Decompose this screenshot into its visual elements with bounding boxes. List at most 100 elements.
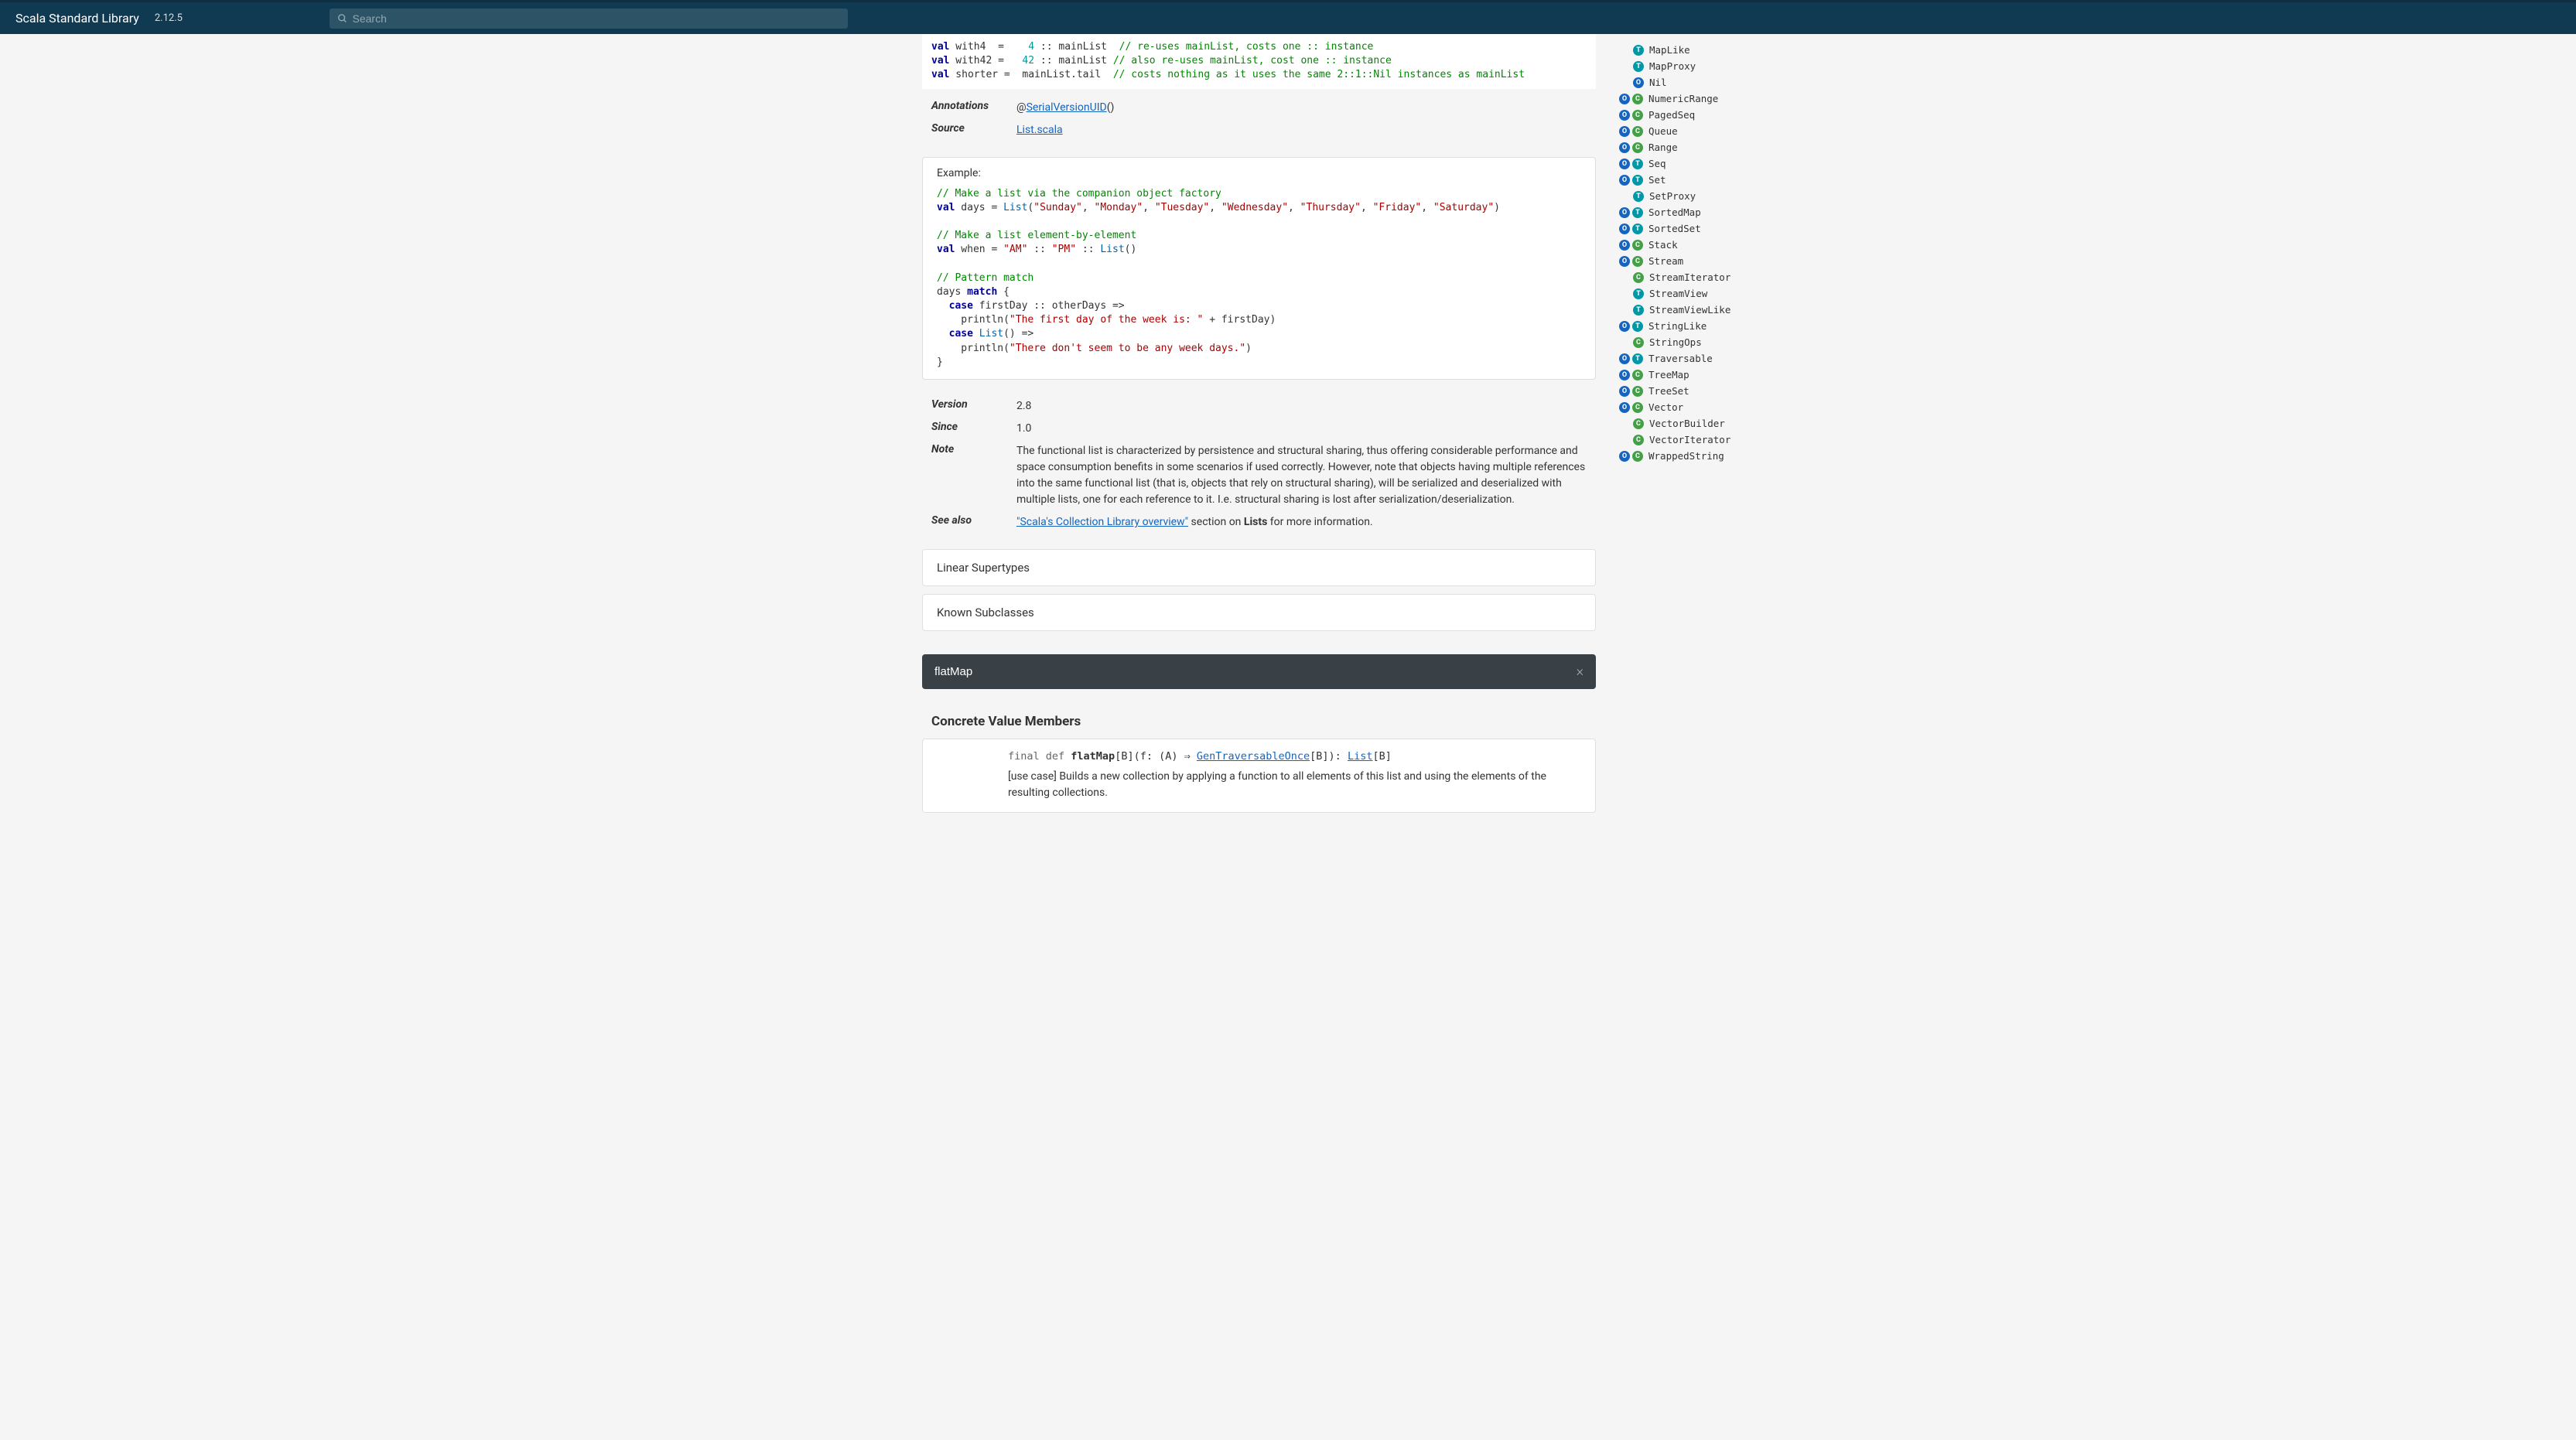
clear-filter-icon[interactable]: × (1577, 664, 1584, 680)
nav-label[interactable]: StringLike (1648, 320, 1707, 332)
o-badge-icon: O (1619, 256, 1630, 267)
t-badge-icon: T (1633, 305, 1644, 316)
gentraversableonce-link[interactable]: GenTraversableOnce (1197, 750, 1310, 763)
nav-label[interactable]: StringOps (1649, 336, 1702, 348)
search-container (330, 9, 848, 29)
nav-item-set[interactable]: OT Set (1619, 172, 1836, 188)
c-badge-icon: C (1632, 94, 1643, 104)
o-badge-icon: O (1619, 175, 1630, 186)
c-badge-icon: C (1632, 142, 1643, 153)
nav-label[interactable]: PagedSeq (1648, 109, 1695, 121)
annotations-label: Annotations (931, 100, 1016, 112)
nav-label[interactable]: Queue (1648, 125, 1678, 137)
nav-label[interactable]: SortedSet (1648, 223, 1701, 234)
nav-item-stringlike[interactable]: OTStringLike (1619, 318, 1836, 334)
nav-item-pagedseq[interactable]: OCPagedSeq (1619, 107, 1836, 123)
nav-label[interactable]: MapLike (1649, 44, 1690, 56)
metadata-section-2: Version 2.8 Since 1.0 Note The functiona… (922, 387, 1596, 541)
list-type-link[interactable]: List (1348, 750, 1373, 763)
keyword: val (931, 41, 949, 53)
o-badge-icon: O (1619, 370, 1630, 380)
c-badge-icon: C (1632, 386, 1643, 397)
example-code: // Make a list via the companion object … (937, 187, 1581, 370)
nav-label[interactable]: TreeSet (1648, 385, 1689, 397)
nav-label[interactable]: Seq (1648, 158, 1666, 169)
t-badge-icon: T (1632, 321, 1643, 332)
nav-item-stream[interactable]: OC Stream (1619, 253, 1836, 269)
o-badge-icon: O (1619, 159, 1630, 169)
nav-label[interactable]: SortedMap (1648, 206, 1701, 218)
linear-supertypes-toggle[interactable]: Linear Supertypes (922, 549, 1596, 586)
nav-item-sortedmap[interactable]: OTSortedMap (1619, 204, 1836, 220)
nav-label[interactable]: Nil (1649, 77, 1667, 88)
note-label: Note (931, 443, 1016, 456)
o-badge-icon: O (1619, 386, 1630, 397)
nav-item-nil[interactable]: O Nil (1619, 74, 1836, 90)
nav-label[interactable]: Stream (1648, 255, 1683, 267)
nav-item-numericrange[interactable]: OCNumericRange (1619, 90, 1836, 107)
nav-item-mapproxy[interactable]: TMapProxy (1619, 58, 1836, 74)
nav-label[interactable]: Traversable (1648, 353, 1713, 364)
nav-item-treemap[interactable]: OCTreeMap (1619, 367, 1836, 383)
o-badge-icon: O (1619, 224, 1630, 234)
nav-label[interactable]: Vector (1648, 401, 1683, 413)
nav-label[interactable]: TreeMap (1648, 369, 1689, 380)
nav-label[interactable]: StreamIterator (1649, 271, 1730, 283)
member-flatmap[interactable]: final def flatMap[B](f: (A) ⇒ GenTravers… (922, 739, 1596, 813)
search-box[interactable] (330, 9, 848, 29)
nav-item-treeset[interactable]: OC TreeSet (1619, 383, 1836, 399)
nav-item-stringops[interactable]: CStringOps (1619, 334, 1836, 350)
member-description: [use case] Builds a new collection by ap… (1008, 769, 1581, 801)
t-badge-icon: T (1633, 191, 1644, 202)
serial-version-uid-link[interactable]: SerialVersionUID (1027, 101, 1107, 114)
member-filter-bar: × (922, 654, 1596, 689)
source-link[interactable]: List.scala (1016, 124, 1063, 136)
member-filter-input[interactable] (934, 665, 1577, 678)
o-badge-icon: O (1633, 77, 1644, 88)
nav-item-range[interactable]: OCRange (1619, 139, 1836, 155)
nav-label[interactable]: MapProxy (1649, 60, 1696, 72)
c-badge-icon: C (1632, 256, 1643, 267)
nav-label[interactable]: SetProxy (1649, 190, 1696, 202)
since-value: 1.0 (1016, 421, 1031, 437)
t-badge-icon: T (1632, 159, 1643, 169)
nav-item-streamiterator[interactable]: CStreamIterator (1619, 269, 1836, 285)
search-input[interactable] (353, 12, 840, 25)
nav-item-setproxy[interactable]: T SetProxy (1619, 188, 1836, 204)
nav-label[interactable]: Set (1648, 174, 1666, 186)
nav-item-vectoriterator[interactable]: C VectorIterator (1619, 432, 1836, 448)
nav-label[interactable]: Stack (1648, 239, 1678, 251)
o-badge-icon: O (1619, 402, 1630, 413)
nav-item-wrappedstring[interactable]: OCWrappedString (1619, 448, 1836, 464)
c-badge-icon: C (1633, 435, 1644, 445)
c-badge-icon: C (1632, 110, 1643, 121)
nav-item-stack[interactable]: OCStack (1619, 237, 1836, 253)
nav-label[interactable]: VectorBuilder (1649, 418, 1725, 429)
nav-label[interactable]: WrappedString (1648, 450, 1724, 462)
known-subclasses-toggle[interactable]: Known Subclasses (922, 594, 1596, 631)
code-snippet-top: val with4 = 4 :: mainList // re-uses mai… (922, 34, 1596, 89)
nav-item-seq[interactable]: OT Seq (1619, 155, 1836, 172)
nav-item-queue[interactable]: OCQueue (1619, 123, 1836, 139)
nav-item-streamview[interactable]: TStreamView (1619, 285, 1836, 302)
nav-label[interactable]: VectorIterator (1649, 434, 1730, 445)
topbar: Scala Standard Library 2.12.5 (0, 0, 2576, 34)
seealso-link[interactable]: "Scala's Collection Library overview" (1016, 516, 1188, 528)
nav-item-traversable[interactable]: OT Traversable (1619, 350, 1836, 367)
example-box: Example: // Make a list via the companio… (922, 157, 1596, 380)
nav-label[interactable]: Range (1648, 142, 1678, 153)
nav-item-sortedset[interactable]: OTSortedSet (1619, 220, 1836, 237)
nav-item-maplike[interactable]: TMapLike (1619, 42, 1836, 58)
o-badge-icon: O (1619, 353, 1630, 364)
nav-label[interactable]: StreamView (1649, 288, 1707, 299)
nav-label[interactable]: NumericRange (1648, 93, 1718, 104)
t-badge-icon: T (1632, 175, 1643, 186)
nav-item-vectorbuilder[interactable]: CVectorBuilder (1619, 415, 1836, 432)
search-icon (337, 13, 348, 24)
o-badge-icon: O (1619, 451, 1630, 462)
seealso-label: See also (931, 514, 1016, 527)
t-badge-icon: T (1632, 353, 1643, 364)
nav-label[interactable]: StreamViewLike (1649, 304, 1730, 316)
nav-item-vector[interactable]: OCVector (1619, 399, 1836, 415)
nav-item-streamviewlike[interactable]: T StreamViewLike (1619, 302, 1836, 318)
